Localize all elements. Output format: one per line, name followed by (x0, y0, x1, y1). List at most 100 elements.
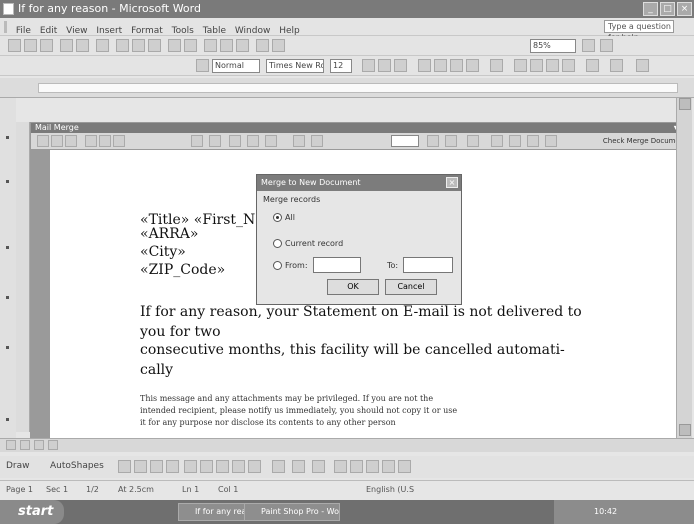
rectangle-icon[interactable] (150, 460, 163, 473)
match-fields-icon[interactable] (247, 135, 259, 147)
print-icon[interactable] (60, 39, 73, 52)
scroll-up-icon[interactable] (679, 98, 691, 110)
cut-icon[interactable] (116, 39, 129, 52)
web-view-icon[interactable] (20, 440, 30, 450)
textbox-icon[interactable] (184, 460, 197, 473)
diagram-icon[interactable] (216, 460, 229, 473)
highlight-icon[interactable] (610, 59, 623, 72)
menu-edit[interactable]: Edit (40, 26, 57, 36)
increase-indent-icon[interactable] (562, 59, 575, 72)
line-spacing-icon[interactable] (490, 59, 503, 72)
fill-color-icon[interactable] (272, 460, 285, 473)
merge-to-email-icon[interactable] (545, 135, 557, 147)
bold-icon[interactable] (362, 59, 375, 72)
arrow-style-icon[interactable] (366, 460, 379, 473)
start-button[interactable]: start (0, 500, 64, 524)
menu-table[interactable]: Table (203, 26, 226, 36)
insert-fields-icon[interactable] (113, 135, 125, 147)
picture-icon[interactable] (248, 460, 261, 473)
draw-font-color-icon[interactable] (312, 460, 325, 473)
border-icon[interactable] (586, 59, 599, 72)
center-icon[interactable] (434, 59, 447, 72)
copy-icon[interactable] (132, 39, 145, 52)
maximize-button[interactable]: □ (660, 2, 675, 16)
insert-address-block-icon[interactable] (85, 135, 97, 147)
save-icon[interactable] (40, 39, 53, 52)
decrease-indent-icon[interactable] (546, 59, 559, 72)
menu-view[interactable]: View (66, 26, 87, 36)
wordart-icon[interactable] (200, 460, 213, 473)
insert-word-field-icon[interactable] (191, 135, 203, 147)
style-select[interactable]: Normal (212, 59, 260, 73)
menu-format[interactable]: Format (131, 26, 163, 36)
radio-current-record[interactable] (273, 239, 282, 248)
show-hide-icon[interactable] (272, 39, 285, 52)
vertical-ruler[interactable] (16, 122, 30, 432)
first-record-icon[interactable] (293, 135, 305, 147)
help-icon[interactable] (582, 39, 595, 52)
outline-view-icon[interactable] (48, 440, 58, 450)
radio-all[interactable] (273, 213, 282, 222)
font-color-icon[interactable] (636, 59, 649, 72)
3d-icon[interactable] (398, 460, 411, 473)
underline-icon[interactable] (394, 59, 407, 72)
radio-from[interactable] (273, 261, 282, 270)
preview-icon[interactable] (76, 39, 89, 52)
taskbar-paint-shop[interactable]: Paint Shop Pro - Wor... (244, 503, 340, 521)
to-field[interactable] (403, 257, 453, 273)
hyperlink-icon[interactable] (204, 39, 217, 52)
menu-window[interactable]: Window (235, 26, 271, 36)
vertical-scrollbar[interactable] (676, 98, 692, 438)
draw-menu[interactable]: Draw (6, 461, 30, 471)
normal-view-icon[interactable] (6, 440, 16, 450)
previous-record-icon[interactable] (311, 135, 323, 147)
table-icon[interactable] (220, 39, 233, 52)
arrow-icon[interactable] (134, 460, 147, 473)
merge-to-printer-icon[interactable] (527, 135, 539, 147)
columns-icon[interactable] (236, 39, 249, 52)
styles-pane-icon[interactable] (196, 59, 209, 72)
recipients-icon[interactable] (65, 135, 77, 147)
menu-tools[interactable]: Tools (172, 26, 194, 36)
ok-button[interactable]: OK (327, 279, 379, 295)
oval-icon[interactable] (166, 460, 179, 473)
font-size-select[interactable]: 12 (330, 59, 352, 73)
print-view-icon[interactable] (34, 440, 44, 450)
read-icon[interactable] (600, 39, 613, 52)
redo-icon[interactable] (184, 39, 197, 52)
highlight-fields-icon[interactable] (229, 135, 241, 147)
check-errors-icon[interactable] (491, 135, 503, 147)
numbering-icon[interactable] (514, 59, 527, 72)
main-document-setup-icon[interactable] (37, 135, 49, 147)
open-data-source-icon[interactable] (51, 135, 63, 147)
menu-file[interactable]: File (16, 26, 31, 36)
dialog-close-button[interactable]: × (446, 177, 458, 188)
last-record-icon[interactable] (445, 135, 457, 147)
close-button[interactable]: × (677, 2, 692, 16)
undo-icon[interactable] (168, 39, 181, 52)
minimize-button[interactable]: _ (643, 2, 658, 16)
font-select[interactable]: Times New Roman (266, 59, 324, 73)
menu-insert[interactable]: Insert (96, 26, 122, 36)
bullets-icon[interactable] (530, 59, 543, 72)
next-record-icon[interactable] (427, 135, 439, 147)
propagate-labels-icon[interactable] (265, 135, 277, 147)
autoshapes-menu[interactable]: AutoShapes (50, 461, 104, 471)
scroll-down-icon[interactable] (679, 424, 691, 436)
open-icon[interactable] (24, 39, 37, 52)
insert-greeting-icon[interactable] (99, 135, 111, 147)
justify-icon[interactable] (466, 59, 479, 72)
new-icon[interactable] (8, 39, 21, 52)
paste-icon[interactable] (148, 39, 161, 52)
line-color-icon[interactable] (292, 460, 305, 473)
go-to-record-input[interactable] (391, 135, 419, 147)
line-icon[interactable] (118, 460, 131, 473)
merge-to-new-document-icon[interactable] (509, 135, 521, 147)
zoom-select[interactable]: 85% (530, 39, 576, 53)
align-right-icon[interactable] (450, 59, 463, 72)
horizontal-ruler[interactable] (0, 78, 694, 98)
spelling-icon[interactable] (96, 39, 109, 52)
shadow-icon[interactable] (382, 460, 395, 473)
align-left-icon[interactable] (418, 59, 431, 72)
italic-icon[interactable] (378, 59, 391, 72)
